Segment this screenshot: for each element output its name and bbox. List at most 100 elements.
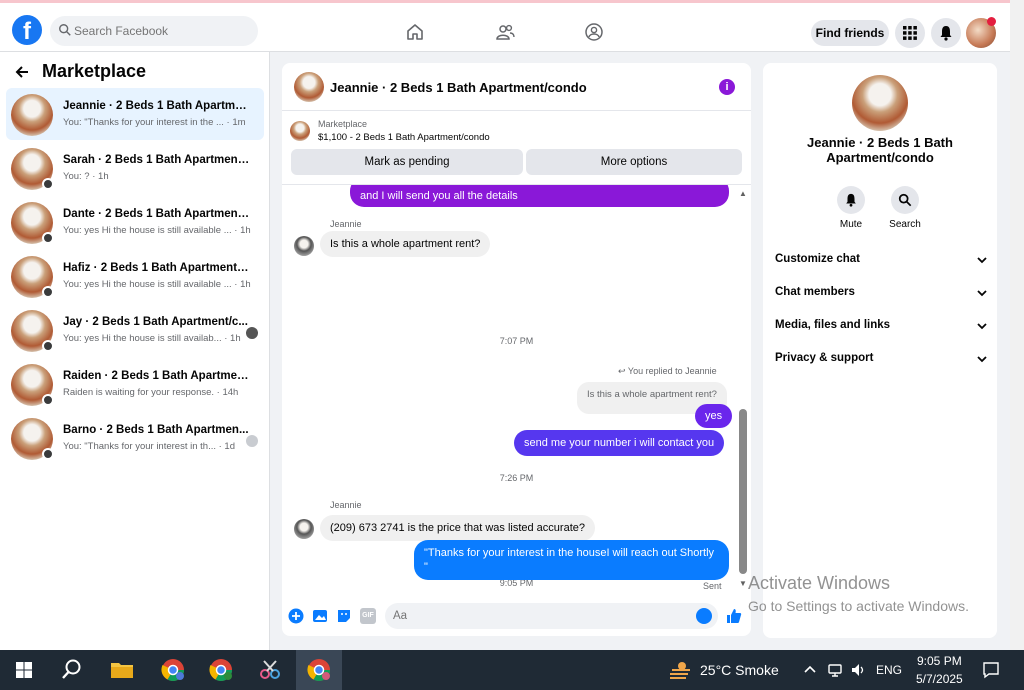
conversation-item[interactable]: Barno · 2 Beds 1 Bath Apartmen... You: "… (6, 412, 264, 464)
menu-button[interactable] (895, 18, 925, 48)
search-icon[interactable] (58, 656, 86, 684)
conversation-item[interactable]: Raiden · 2 Beds 1 Bath Apartment/... Rai… (6, 358, 264, 410)
notification-center-icon[interactable] (982, 661, 1000, 679)
chevron-down-icon (977, 323, 987, 330)
incoming-message: Is this a whole apartment rent? (320, 231, 491, 257)
message-composer: GIF (282, 599, 751, 633)
info-icon[interactable]: i (719, 79, 735, 95)
customize-chat-section[interactable]: Customize chat (775, 250, 987, 270)
file-explorer-icon[interactable] (108, 656, 136, 684)
groups-icon[interactable] (584, 22, 604, 42)
snipping-tool-icon[interactable] (256, 656, 284, 684)
chrome-profile-icon[interactable] (207, 656, 235, 684)
buyer-badge (42, 340, 54, 352)
conversation-name: Jeannie · 2 Beds 1 Bath Apartment... (63, 100, 251, 112)
chevron-up-icon[interactable] (803, 663, 817, 677)
page-scrollbar[interactable] (1010, 0, 1024, 650)
windows-start-icon[interactable] (10, 656, 38, 684)
friends-icon[interactable] (495, 22, 515, 42)
sender-name: Jeannie (330, 500, 362, 510)
top-navigation-bar: f Find friends (0, 0, 1010, 52)
speaker-icon[interactable] (850, 662, 866, 678)
buyer-badge (42, 178, 54, 190)
chrome-profile-icon[interactable] (305, 656, 333, 684)
conversation-snippet: You: yes Hi the house is still available… (63, 279, 251, 290)
message-scrollbar[interactable]: ▲ ▼ (738, 185, 748, 589)
conversation-snippet: You: yes Hi the house is still available… (63, 225, 251, 236)
incoming-message: (209) 673 2741 is the price that was lis… (320, 515, 595, 541)
facebook-logo[interactable]: f (12, 15, 42, 45)
search-input[interactable] (74, 16, 254, 46)
conversation-name: Sarah · 2 Beds 1 Bath Apartment/c... (63, 154, 251, 166)
conversation-snippet: You: "Thanks for your interest in the ..… (63, 117, 246, 128)
search-action[interactable]: Search (880, 186, 930, 230)
find-friends-button[interactable]: Find friends (811, 20, 889, 46)
sticker-icon[interactable] (336, 608, 352, 624)
clock-time[interactable]: 9:05 PM (917, 654, 962, 668)
message-thread: and I will send you all the details Jean… (282, 185, 751, 595)
seen-avatar (246, 435, 258, 447)
home-icon[interactable] (405, 22, 425, 42)
listing-thumbnail[interactable] (290, 121, 310, 141)
like-icon[interactable] (726, 608, 742, 624)
page-title: Marketplace (42, 61, 147, 81)
mute-button[interactable] (837, 186, 865, 214)
photo-icon[interactable] (312, 608, 328, 624)
message-line: " (424, 561, 428, 573)
buyer-badge (42, 286, 54, 298)
conversation-snippet: You: yes Hi the house is still availab..… (63, 333, 241, 344)
section-label: Media, files and links (775, 319, 891, 331)
conversation-snippet: Raiden is waiting for your response. · 1… (63, 387, 239, 398)
emoji-icon[interactable] (696, 608, 712, 624)
chat-title[interactable]: Jeannie · 2 Beds 1 Bath Apartment/condo (330, 80, 587, 95)
reply-arrow-icon: ↩ (618, 366, 628, 376)
chevron-down-icon (977, 356, 987, 363)
conversation-snippet: You: ? · 1h (63, 171, 109, 182)
privacy-support-section[interactable]: Privacy & support (775, 349, 987, 369)
listing-price[interactable]: $1,100 - 2 Beds 1 Bath Apartment/condo (318, 132, 490, 143)
conversation-item[interactable]: Jeannie · 2 Beds 1 Bath Apartment... You… (6, 88, 264, 140)
conversation-item[interactable]: Jay · 2 Beds 1 Bath Apartment/c... You: … (6, 304, 264, 356)
conversation-item[interactable]: Sarah · 2 Beds 1 Bath Apartment/c... You… (6, 142, 264, 194)
scroll-down-arrow[interactable]: ▼ (738, 579, 748, 589)
buyer-badge (42, 394, 54, 406)
section-label: Chat members (775, 286, 855, 298)
bell-icon (940, 26, 952, 41)
scroll-thumb[interactable] (739, 409, 747, 574)
back-arrow-icon[interactable] (14, 64, 30, 80)
chat-members-section[interactable]: Chat members (775, 283, 987, 303)
chrome-profile-icon[interactable] (159, 656, 187, 684)
mute-action[interactable]: Mute (826, 186, 876, 230)
chat-avatar[interactable] (294, 72, 324, 102)
more-options-button[interactable]: More options (526, 149, 742, 175)
listing-avatar-large[interactable] (852, 75, 908, 131)
scroll-up-arrow[interactable]: ▲ (738, 189, 748, 199)
conversation-name: Jay · 2 Beds 1 Bath Apartment/c... (63, 316, 248, 328)
listing-avatar (11, 94, 53, 136)
conversation-snippet: You: "Thanks for your interest in th... … (63, 441, 235, 452)
conversation-name: Hafiz · 2 Beds 1 Bath Apartment/c... (63, 262, 251, 274)
section-label: Customize chat (775, 253, 860, 265)
clock-date[interactable]: 5/7/2025 (916, 672, 963, 686)
conversation-name: Dante · 2 Beds 1 Bath Apartment/c... (63, 208, 251, 220)
outgoing-message-last: "Thanks for your interest in the houseI … (414, 540, 729, 580)
conversation-item[interactable]: Hafiz · 2 Beds 1 Bath Apartment/c... You… (6, 250, 264, 302)
gif-icon[interactable]: GIF (360, 608, 376, 624)
mark-as-pending-button[interactable]: Mark as pending (291, 149, 523, 175)
sender-avatar (294, 236, 314, 256)
windows-taskbar: 25°C Smoke ENG 9:05 PM 5/7/2025 (0, 650, 1024, 690)
weather-text[interactable]: 25°C Smoke (700, 662, 779, 678)
seen-avatar (246, 327, 258, 339)
search-box[interactable] (50, 16, 258, 46)
conversation-item[interactable]: Dante · 2 Beds 1 Bath Apartment/c... You… (6, 196, 264, 248)
notifications-button[interactable] (931, 18, 961, 48)
message-input[interactable] (385, 603, 718, 629)
conversation-name: Barno · 2 Beds 1 Bath Apartmen... (63, 424, 249, 436)
weather-icon[interactable] (666, 656, 694, 684)
add-icon[interactable] (288, 608, 304, 624)
media-files-links-section[interactable]: Media, files and links (775, 316, 987, 336)
chat-details-panel: Jeannie · 2 Beds 1 Bath Apartment/condo … (763, 63, 997, 638)
network-icon[interactable] (827, 662, 843, 678)
language-indicator[interactable]: ENG (876, 663, 902, 677)
search-button[interactable] (891, 186, 919, 214)
